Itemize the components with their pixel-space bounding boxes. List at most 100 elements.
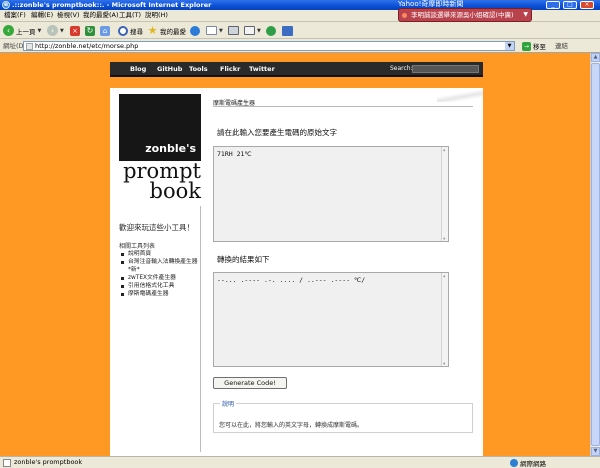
- back-button-label: 上一頁: [16, 27, 36, 36]
- messenger-button[interactable]: [266, 24, 276, 37]
- tool-link-zhuyin[interactable]: 台灣注音輸入法轉換產生器 *新*: [120, 258, 198, 274]
- scroll-up-icon[interactable]: ▲: [591, 53, 600, 62]
- chevron-down-icon[interactable]: ▼: [523, 9, 528, 21]
- site-nav: Blog GitHub Tools Flickr Twitter Search:: [110, 62, 483, 77]
- source-text-input[interactable]: 71RH 21℃: [213, 146, 449, 242]
- edit-icon: [244, 26, 255, 35]
- go-button-label: 移至: [533, 43, 546, 51]
- window-title-bar: e .::zonble's promptbook::. - Microsoft …: [0, 0, 600, 22]
- menu-view[interactable]: 檢視(V): [57, 10, 80, 21]
- nav-link-twitter[interactable]: Twitter: [249, 62, 275, 76]
- mail-button[interactable]: ▼: [206, 24, 223, 37]
- stop-icon: ×: [70, 25, 80, 36]
- address-url: http://zonble.net/etc/morse.php: [35, 42, 139, 50]
- nav-link-flickr[interactable]: Flickr: [220, 62, 240, 76]
- textarea-scrollbar[interactable]: [441, 273, 448, 366]
- menu-favorites[interactable]: 我的最愛(A): [83, 10, 119, 21]
- scrollbar-thumb[interactable]: [591, 63, 600, 446]
- site-search-input[interactable]: [412, 65, 479, 73]
- tool-link-morse[interactable]: 摩斯電碼產生器: [120, 290, 198, 298]
- refresh-button[interactable]: ↻: [85, 24, 95, 37]
- source-text-value: 71RH 21℃: [217, 150, 252, 158]
- research-icon: [282, 25, 293, 36]
- back-arrow-icon: ‹: [3, 25, 14, 36]
- note-fieldset: 說明 您可以在此，將您輸入的英文字母，轉換成摩斯電碼。: [213, 399, 473, 433]
- sidebar-heading: 歡迎來玩這些小工具！: [119, 223, 194, 232]
- chevron-down-icon: ▼: [60, 27, 64, 34]
- page-curl-decoration: [437, 88, 483, 102]
- menu-tools[interactable]: 工具(T): [119, 10, 141, 21]
- sidebar-divider: [200, 206, 201, 452]
- stop-button[interactable]: ×: [70, 24, 80, 37]
- status-text: zonble's promptbook: [14, 458, 83, 466]
- globe-icon: [510, 458, 518, 467]
- ie-logo-icon: e: [2, 1, 10, 9]
- maximize-button[interactable]: □: [563, 1, 577, 9]
- security-zone: 網際網路: [510, 457, 546, 468]
- home-button[interactable]: ⌂: [100, 24, 110, 37]
- menu-file[interactable]: 檔案(F): [4, 10, 26, 21]
- research-button[interactable]: [282, 24, 293, 37]
- content-card: zonble's prompt book 歡迎來玩這些小工具！ 相關工具列表 說…: [110, 88, 483, 456]
- edit-button[interactable]: ▼: [244, 24, 261, 37]
- nav-link-github[interactable]: GitHub: [157, 62, 182, 76]
- close-button[interactable]: ×: [580, 1, 594, 9]
- mail-icon: [206, 26, 217, 35]
- tool-link-quote-formatter[interactable]: 引用信格式化工具: [120, 282, 198, 290]
- input-label: 請在此輸入您要產生電碼的原始文字: [217, 128, 337, 137]
- forward-arrow-icon: ›: [47, 25, 58, 36]
- address-input[interactable]: http://zonble.net/etc/morse.php ▼: [23, 41, 515, 51]
- address-bar: 網址(D) http://zonble.net/etc/morse.php ▼ …: [0, 39, 600, 53]
- chevron-down-icon: ▼: [257, 27, 261, 34]
- news-ticker-icon: [402, 13, 407, 18]
- favorites-button-label: 我的最愛: [160, 27, 186, 36]
- scroll-down-icon[interactable]: ▼: [591, 447, 600, 456]
- logo-line-book: book: [149, 179, 201, 203]
- title-divider: [213, 106, 473, 107]
- chevron-down-icon[interactable]: ▼: [505, 42, 514, 50]
- tool-link-home[interactable]: 說明首頁: [120, 250, 198, 258]
- menu-edit[interactable]: 編輯(E): [31, 10, 53, 21]
- nav-link-tools[interactable]: Tools: [189, 62, 208, 76]
- print-button[interactable]: [228, 24, 239, 37]
- result-label: 轉換的結果如下: [217, 255, 270, 264]
- tool-link-zwtex[interactable]: zwTEX文件產生器: [120, 274, 198, 282]
- print-icon: [228, 26, 239, 35]
- textarea-scrollbar[interactable]: [441, 147, 448, 241]
- minimize-button[interactable]: _: [546, 1, 560, 9]
- site-search-label: Search:: [390, 65, 413, 72]
- star-icon: ★: [147, 24, 158, 37]
- refresh-icon: ↻: [85, 25, 95, 36]
- go-button[interactable]: → 移至: [522, 41, 546, 51]
- nav-link-blog[interactable]: Blog: [130, 62, 146, 76]
- morse-output-textarea[interactable]: --... .---- .-. .... / ..--- .---- ℃/: [213, 272, 449, 367]
- logo-line-prompt: prompt: [123, 159, 201, 183]
- security-zone-label: 網際網路: [520, 459, 546, 468]
- messenger-icon: [266, 25, 276, 36]
- site-logo[interactable]: zonble's: [119, 94, 201, 161]
- page-scrollbar[interactable]: ▲ ▼: [590, 53, 600, 456]
- back-button[interactable]: ‹ 上一頁 ▼: [3, 24, 41, 37]
- media-icon: [190, 25, 200, 36]
- page-icon: [3, 459, 11, 467]
- favorites-button[interactable]: ★ 我的最愛: [147, 24, 186, 37]
- note-text: 您可以在此，將您輸入的英文字母，轉換成摩斯電碼。: [219, 422, 364, 429]
- generate-code-button[interactable]: Generate Code!: [213, 377, 287, 389]
- home-icon: ⌂: [100, 25, 110, 36]
- news-ticker[interactable]: 李明誠談選舉來源吳小姐確認(中廣) ▼: [398, 8, 532, 22]
- logo-text-top: zonble's: [145, 142, 196, 155]
- page-icon: [26, 43, 33, 50]
- page-viewport: Blog GitHub Tools Flickr Twitter Search:…: [0, 53, 600, 456]
- media-button[interactable]: [190, 24, 200, 37]
- window-title: .::zonble's promptbook::. - Microsoft In…: [12, 1, 212, 9]
- links-button[interactable]: 連結: [555, 39, 568, 53]
- search-button-label: 搜尋: [130, 27, 143, 36]
- menu-help[interactable]: 說明(H): [145, 10, 168, 21]
- search-button[interactable]: 搜尋: [118, 24, 143, 37]
- chevron-down-icon: ▼: [219, 27, 223, 34]
- morse-output-value: --... .---- .-. .... / ..--- .---- ℃/: [217, 276, 366, 284]
- logo-text-bottom: prompt book: [119, 159, 201, 203]
- browser-toolbar: ‹ 上一頁 ▼ › ▼ × ↻ ⌂ 搜尋 ★ 我的最愛 ▼ ▼: [0, 22, 600, 39]
- forward-button[interactable]: › ▼: [47, 24, 64, 37]
- news-ticker-text: 李明誠談選舉來源吳小姐確認(中廣): [411, 11, 514, 19]
